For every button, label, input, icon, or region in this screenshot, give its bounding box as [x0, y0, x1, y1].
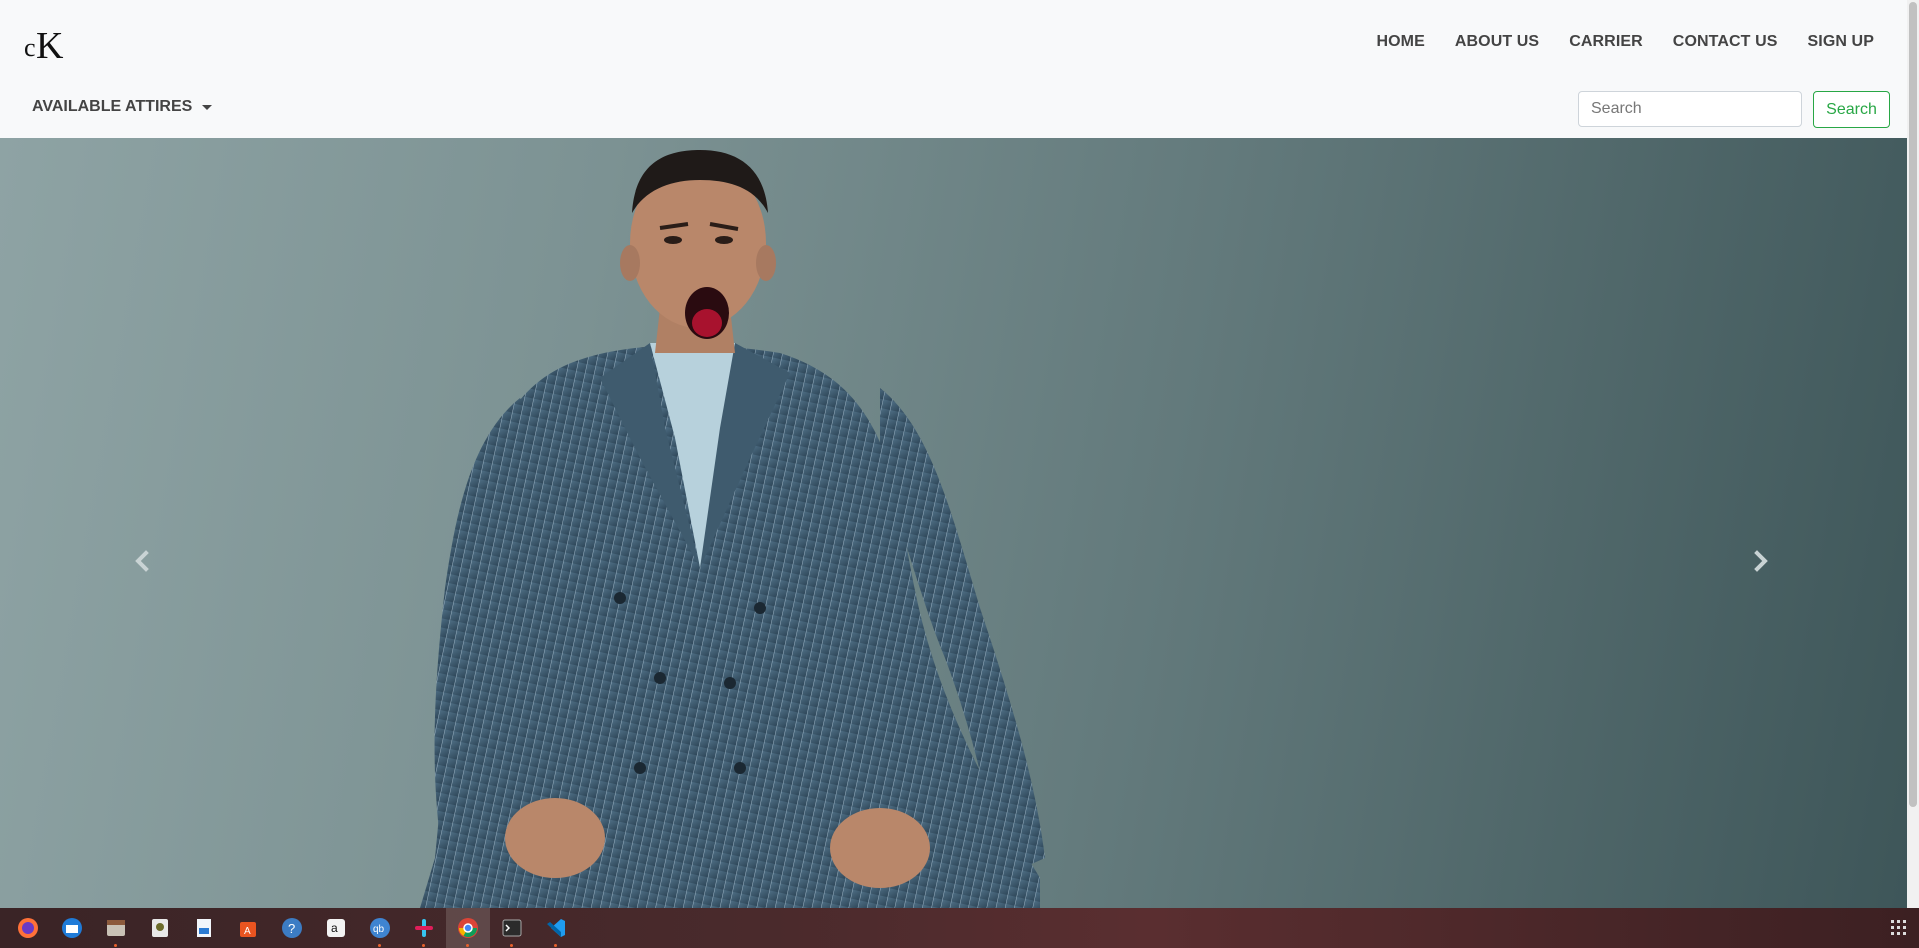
- svg-text:a: a: [331, 921, 338, 935]
- brand-logo[interactable]: c K: [22, 22, 72, 67]
- nav-sign-up[interactable]: SIGN UP: [1793, 30, 1890, 54]
- running-indicator: [466, 944, 469, 947]
- carousel-next-button[interactable]: [1745, 546, 1775, 576]
- disk-icon: [152, 919, 168, 937]
- running-indicator: [554, 944, 557, 947]
- search-input[interactable]: [1578, 91, 1802, 127]
- taskbar-thunderbird[interactable]: [50, 908, 94, 948]
- dropdown-label: AVAILABLE ATTIRES: [32, 98, 193, 115]
- writer-icon: [197, 919, 211, 937]
- nav-about-us[interactable]: ABOUT US: [1440, 30, 1554, 54]
- help-icon: ?: [282, 918, 302, 938]
- chrome-icon: [458, 918, 478, 938]
- nav-home[interactable]: HOME: [1361, 30, 1439, 54]
- os-taskbar: A ? a qb: [0, 908, 1919, 948]
- taskbar-amazon[interactable]: a: [314, 908, 358, 948]
- available-attires-dropdown[interactable]: AVAILABLE ATTIRES: [32, 98, 213, 116]
- hero-image: [420, 150, 1045, 908]
- taskbar-disk[interactable]: [138, 908, 182, 948]
- slack-icon: [415, 919, 433, 937]
- thunderbird-icon: [62, 918, 82, 938]
- software-center-icon: A: [240, 922, 256, 937]
- running-indicator: [114, 944, 117, 947]
- running-indicator: [510, 944, 513, 947]
- taskbar-firefox[interactable]: [6, 908, 50, 948]
- svg-text:c: c: [24, 33, 36, 62]
- scroll-thumb[interactable]: [1909, 2, 1917, 807]
- taskbar-qbittorrent[interactable]: qb: [358, 908, 402, 948]
- taskbar-chrome[interactable]: [446, 908, 490, 948]
- search-button[interactable]: Search: [1813, 91, 1890, 128]
- page-scrollbar[interactable]: [1907, 0, 1919, 908]
- nav-carrier[interactable]: CARRIER: [1554, 30, 1658, 54]
- running-indicator: [378, 944, 381, 947]
- vscode-icon: [547, 919, 565, 937]
- nav-links: HOME ABOUT US CARRIER CONTACT US SIGN UP: [1361, 30, 1889, 54]
- file-manager-icon: [107, 920, 125, 936]
- svg-text:K: K: [36, 25, 64, 64]
- chevron-right-icon: [1754, 550, 1768, 572]
- taskbar-vscode[interactable]: [534, 908, 578, 948]
- taskbar-software-center[interactable]: A: [226, 908, 270, 948]
- svg-text:qb: qb: [373, 924, 385, 935]
- carousel-prev-button[interactable]: [128, 546, 158, 576]
- firefox-icon: [18, 918, 38, 938]
- taskbar-terminal[interactable]: [490, 908, 534, 948]
- running-indicator: [422, 944, 425, 947]
- taskbar-help[interactable]: ?: [270, 908, 314, 948]
- chevron-left-icon: [135, 550, 149, 572]
- nav-contact-us[interactable]: CONTACT US: [1658, 30, 1793, 54]
- qbittorrent-icon: qb: [370, 918, 390, 938]
- terminal-icon: [502, 919, 522, 937]
- caret-down-icon: [202, 104, 213, 110]
- navbar: c K HOME ABOUT US CARRIER CONTACT US SIG…: [0, 0, 1907, 138]
- hero-carousel: [0, 138, 1907, 908]
- taskbar-slack[interactable]: [402, 908, 446, 948]
- show-apps-grid-icon[interactable]: [1891, 920, 1907, 936]
- svg-text:?: ?: [288, 921, 295, 936]
- taskbar-writer[interactable]: [182, 908, 226, 948]
- svg-text:A: A: [244, 926, 251, 937]
- amazon-icon: a: [327, 919, 345, 937]
- taskbar-file-manager[interactable]: [94, 908, 138, 948]
- page: c K HOME ABOUT US CARRIER CONTACT US SIG…: [0, 0, 1919, 948]
